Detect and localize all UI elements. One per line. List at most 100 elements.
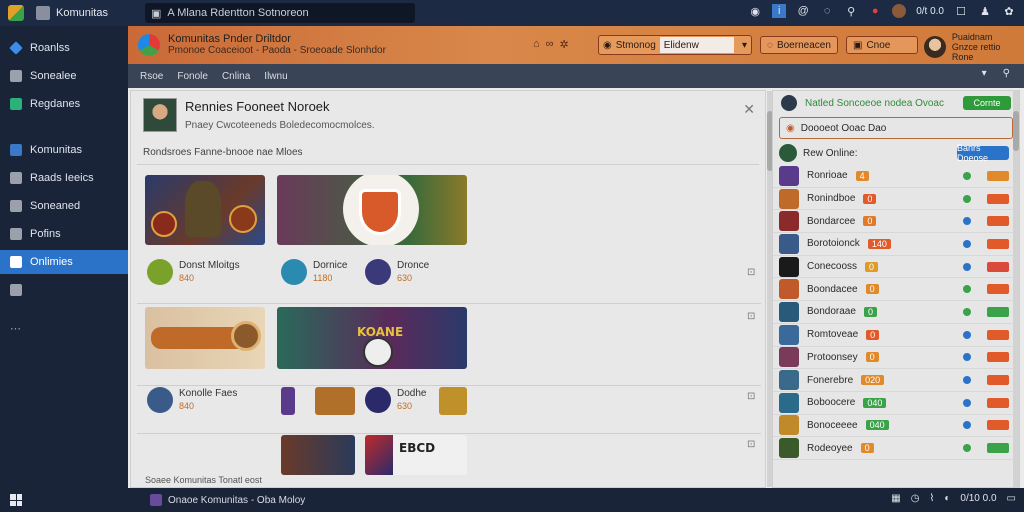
- sidebar-item-8[interactable]: Onlimies: [0, 250, 128, 274]
- list-item[interactable]: Dornice 1180: [281, 259, 347, 285]
- action-tag-icon[interactable]: [987, 306, 1009, 317]
- run-icon[interactable]: ⚲: [844, 4, 858, 18]
- game-tile[interactable]: KOANE: [277, 307, 467, 369]
- chevron-down-icon[interactable]: ▾: [982, 68, 987, 79]
- friend-row[interactable]: Boondacee 0: [773, 278, 1019, 302]
- sidebar-item-9[interactable]: [0, 278, 128, 302]
- action-tag-icon[interactable]: [987, 329, 1009, 340]
- settings-icon[interactable]: ✿: [1002, 4, 1016, 18]
- list-item[interactable]: Donst Mloitgs 840: [147, 259, 240, 285]
- sidebar-item-1[interactable]: Roanlss: [0, 36, 128, 60]
- action-tag-icon[interactable]: [987, 261, 1009, 272]
- sidebar-item-5[interactable]: Raads Ieeics: [0, 166, 128, 190]
- notification-icon[interactable]: ▭: [1007, 493, 1016, 504]
- header-dropdown[interactable]: ◉ Stmonog Elidenw ▾: [598, 35, 752, 55]
- game-tile[interactable]: [277, 175, 467, 245]
- action-tag-icon[interactable]: [987, 420, 1009, 431]
- windows-start-icon[interactable]: [10, 494, 22, 506]
- online-action-button[interactable]: Banrs Doeose: [957, 143, 1009, 163]
- lock-icon[interactable]: ⊡: [747, 439, 755, 450]
- friend-row[interactable]: Ronrioae 4: [773, 165, 1019, 188]
- scrollbar-thumb[interactable]: [1013, 111, 1019, 151]
- game-tile[interactable]: [281, 435, 355, 475]
- sidebar-item-3[interactable]: Regdanes: [0, 92, 128, 116]
- game-tile[interactable]: [145, 307, 265, 369]
- friend-row[interactable]: Bondarcee 0: [773, 210, 1019, 234]
- action-tag-icon[interactable]: [987, 443, 1009, 454]
- more-icon[interactable]: ⋯: [0, 322, 128, 335]
- chat-icon[interactable]: ◌: [820, 4, 834, 18]
- clock-icon[interactable]: ◷: [911, 493, 920, 504]
- game-tile[interactable]: [145, 175, 265, 245]
- action-tag-icon[interactable]: [987, 397, 1009, 408]
- friend-name: Rodeoyee: [807, 442, 853, 454]
- taskbar-app[interactable]: Onaoe Komunitas - Oba Moloy: [150, 494, 305, 506]
- list-item[interactable]: Dodhe 630: [365, 387, 426, 413]
- thumb-image[interactable]: [281, 387, 295, 415]
- thumb-image[interactable]: [315, 387, 355, 415]
- window-title: Komunitas: [56, 7, 108, 19]
- home-icon[interactable]: ⌂: [533, 38, 540, 51]
- action-tag-icon[interactable]: [987, 238, 1009, 249]
- scrollbar[interactable]: [1013, 91, 1019, 487]
- sidebar-item-label: Komunitas: [30, 144, 82, 156]
- header-user[interactable]: Puaidnam Gnzce rettio Rone: [924, 32, 1024, 62]
- action-tag-icon[interactable]: [987, 375, 1009, 386]
- tab-4[interactable]: Ilwnu: [264, 71, 287, 82]
- action-tag-icon[interactable]: [987, 170, 1009, 181]
- action-tag-icon[interactable]: [987, 193, 1009, 204]
- notification-icon[interactable]: ●: [868, 4, 882, 18]
- at-icon[interactable]: @: [796, 4, 810, 18]
- info-icon[interactable]: i: [772, 4, 787, 18]
- game-tile[interactable]: EBCD: [365, 435, 467, 475]
- header-button-1[interactable]: ◌ Boerneacen: [760, 36, 838, 54]
- header-button-2[interactable]: ▣ Cnoe: [846, 36, 918, 54]
- friend-row[interactable]: Fonerebre 020: [773, 369, 1019, 392]
- friend-row[interactable]: Borotoionck 140: [773, 233, 1019, 256]
- steam-icon[interactable]: ◉: [748, 4, 762, 18]
- network-icon[interactable]: ⌇: [929, 493, 934, 504]
- friend-row[interactable]: Protoonsey 0: [773, 347, 1019, 370]
- friend-row[interactable]: Bonoceeee 040: [773, 415, 1019, 438]
- tab-1[interactable]: Rsoe: [140, 71, 163, 82]
- list-item[interactable]: Konolle Faes 840: [147, 387, 237, 413]
- sidebar-item-7[interactable]: Pofins: [0, 222, 128, 246]
- tab-3[interactable]: Cnlina: [222, 71, 250, 82]
- friend-row[interactable]: Conecooss 0: [773, 256, 1019, 279]
- link-icon[interactable]: ∞: [546, 38, 554, 51]
- sidebar-item-2[interactable]: Sonealee: [0, 64, 128, 88]
- title-search-box[interactable]: ▣ A Mlana Rdentton Sotnoreon: [145, 3, 415, 23]
- sidebar-item-6[interactable]: Soneaned: [0, 194, 128, 218]
- volume-icon[interactable]: ◐: [944, 493, 950, 504]
- action-tag-icon[interactable]: [987, 216, 1009, 227]
- friend-row[interactable]: Rodeoyee 0: [773, 437, 1019, 460]
- status-icon: [963, 330, 971, 339]
- search-icon[interactable]: ⚲: [1003, 68, 1010, 79]
- friend-row[interactable]: Bondoraae 0: [773, 301, 1019, 324]
- action-tag-icon[interactable]: [987, 284, 1009, 295]
- thumb-image[interactable]: [439, 387, 467, 415]
- list-item[interactable]: Dronce 630: [365, 259, 429, 285]
- avatar: [779, 370, 799, 391]
- friend-row[interactable]: Romtoveae 0: [773, 324, 1019, 347]
- window-icon-square[interactable]: ☐: [954, 4, 968, 18]
- store-icon: [10, 200, 22, 212]
- lock-icon[interactable]: ⊡: [747, 391, 755, 402]
- lock-icon[interactable]: ⊡: [747, 267, 755, 278]
- friend-row[interactable]: Boboocere 040: [773, 392, 1019, 415]
- close-icon[interactable]: ✕: [743, 101, 755, 118]
- status-icon: [963, 444, 971, 453]
- action-tag-icon[interactable]: [987, 352, 1009, 363]
- lock-icon[interactable]: ⊡: [747, 311, 755, 322]
- gear-icon[interactable]: ✲: [560, 38, 569, 51]
- profile-icon[interactable]: ♟: [978, 4, 992, 18]
- sidebar-item-4[interactable]: Komunitas: [0, 138, 128, 162]
- header-action-button[interactable]: Cornte: [963, 96, 1011, 110]
- tab-2[interactable]: Fonole: [177, 71, 208, 82]
- friend-row[interactable]: Ronindboe 0: [773, 188, 1019, 211]
- friends-search-text: Doooeot Ooac Dao: [800, 122, 887, 134]
- grid-icon[interactable]: ▦: [891, 493, 900, 504]
- item-name: Dornice: [313, 260, 348, 271]
- user-avatar[interactable]: [892, 4, 907, 18]
- friends-search[interactable]: ◉ Doooeot Ooac Dao: [779, 117, 1013, 139]
